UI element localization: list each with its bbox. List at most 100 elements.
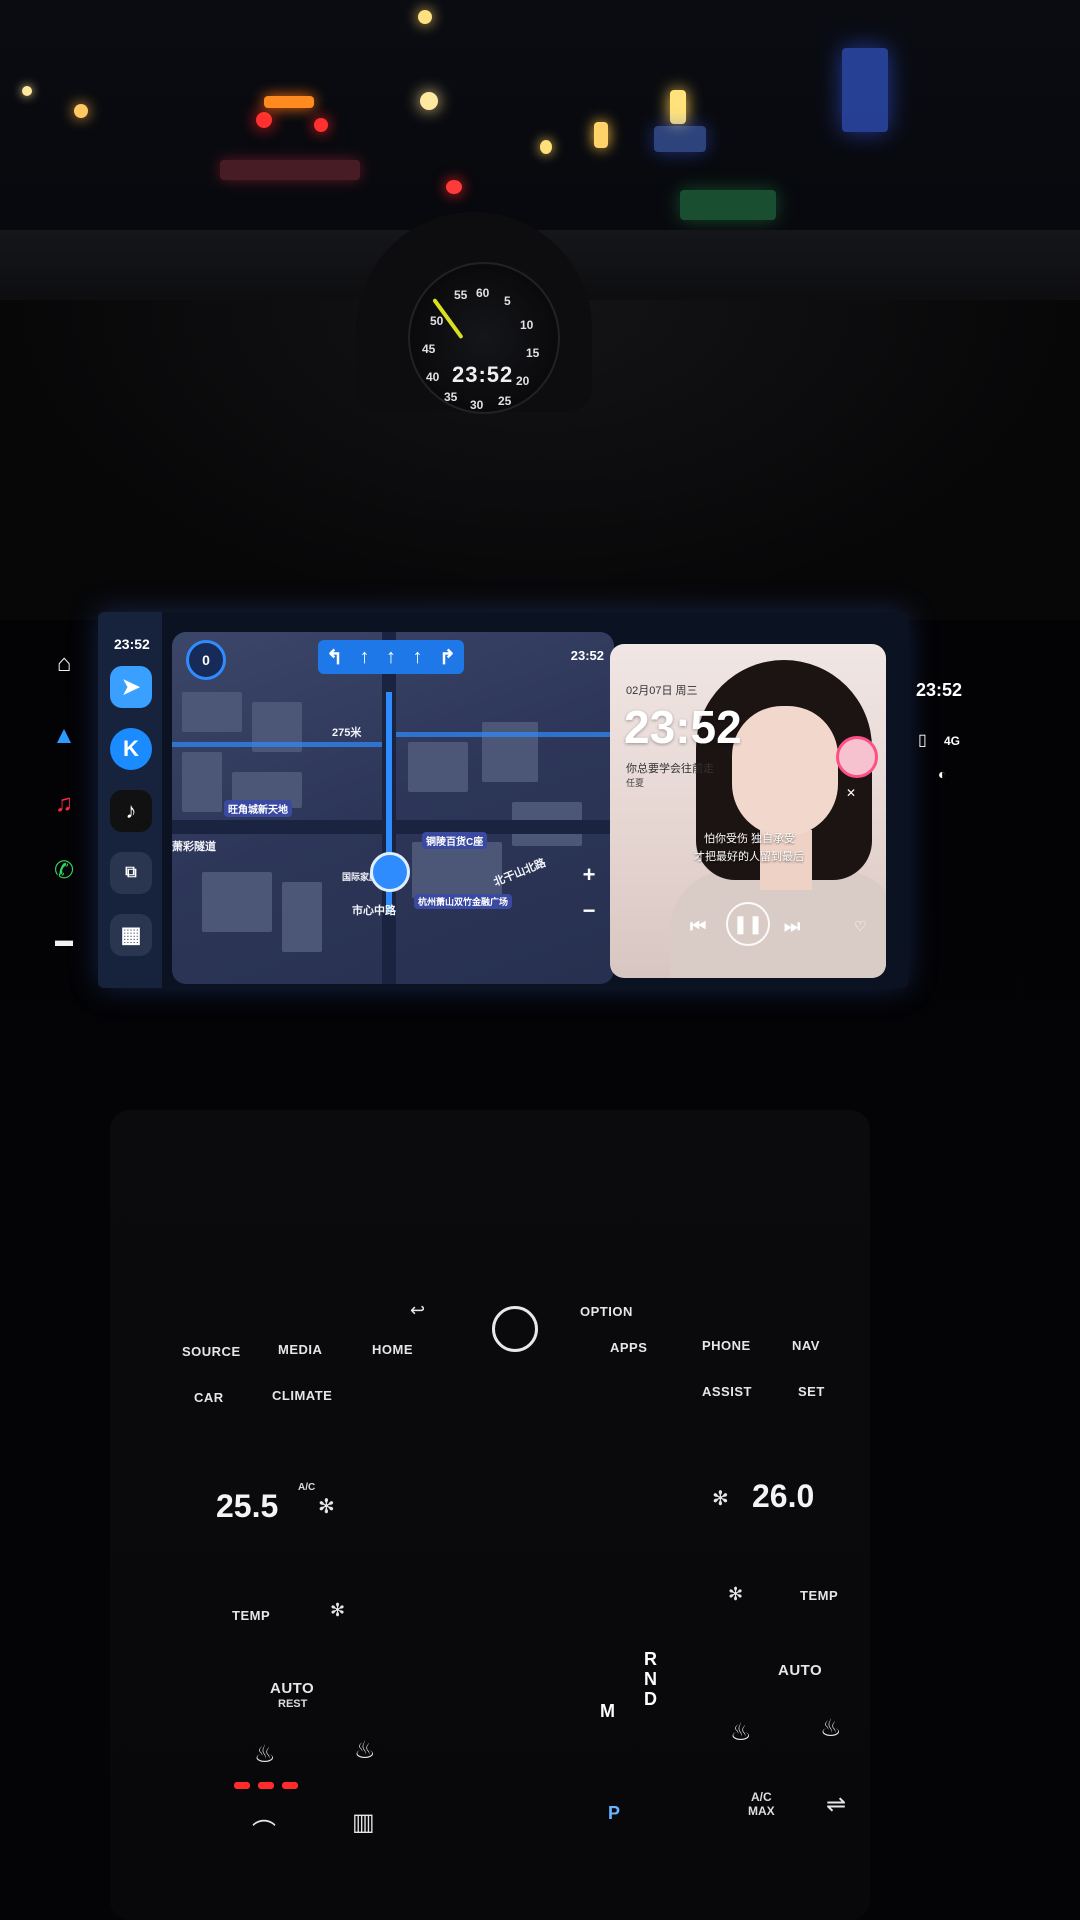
previous-track-icon[interactable]: ⏮: [690, 916, 706, 937]
analog-clock: [408, 262, 560, 414]
gear-m-label: M: [600, 1701, 615, 1721]
clock-number: 20: [516, 374, 530, 388]
seat-heat-icon[interactable]: ♨: [254, 1740, 276, 1769]
rear-defrost-icon[interactable]: ▥: [352, 1808, 375, 1837]
map-poi-label: 杭州萧山双竹金融广场: [414, 894, 513, 909]
map-block: [282, 882, 322, 952]
carplay-dock: 23:52 ➤ K ♪ ⧉ ▦: [98, 612, 162, 988]
fan-icon: ✻: [318, 1496, 335, 1518]
temp-right-display: 26.0: [752, 1478, 815, 1514]
map-poi-label: 旺角城新天地: [224, 800, 292, 817]
phone-icon[interactable]: ✆: [50, 856, 78, 884]
maps-app-icon[interactable]: ➤: [110, 666, 152, 708]
clock-number: 45: [422, 342, 436, 356]
album-art-figure: [732, 706, 838, 836]
song-title: 你总要学会往前走: [626, 763, 714, 775]
close-icon[interactable]: ✕: [846, 786, 856, 800]
seat-vent-icon[interactable]: ♨: [820, 1714, 842, 1743]
sign-light: [680, 190, 776, 220]
song-artist: 任夏: [626, 778, 645, 788]
clock-number: 25: [498, 394, 512, 408]
map-block: [182, 752, 222, 812]
route-line: [396, 732, 614, 737]
music-date: 02月07日 周三: [626, 685, 698, 697]
temp-right-button[interactable]: TEMP: [800, 1588, 838, 1603]
route-line: [172, 742, 382, 747]
pause-button[interactable]: ❚❚: [726, 902, 770, 946]
zoom-out-button[interactable]: −: [576, 898, 602, 924]
map-block: [182, 692, 242, 732]
set-button[interactable]: SET: [798, 1384, 825, 1399]
car-recirculation-icon[interactable]: ⇌: [826, 1790, 846, 1819]
navigation-icon[interactable]: ▲: [50, 722, 78, 750]
infotainment-screen: 23:52 ➤ K ♪ ⧉ ▦ 0 ↰ ↑ ↑ ↑ ↱ 23:52 275米 旺…: [98, 612, 908, 988]
clock-number: 15: [526, 346, 540, 360]
phone-button[interactable]: PHONE: [702, 1338, 751, 1353]
temp-left-display: 25.5: [216, 1488, 279, 1524]
street-light: [540, 140, 552, 154]
kugou-app-icon[interactable]: K: [110, 728, 152, 770]
switch-view-icon[interactable]: ⧉: [110, 852, 152, 894]
car-icon[interactable]: ▬: [50, 926, 78, 954]
map-road-label: 市心中路: [352, 905, 396, 917]
map-poi-label: 铜陵百货C座: [422, 832, 488, 849]
clock-number: 55: [454, 288, 468, 302]
home-button[interactable]: HOME: [372, 1342, 413, 1357]
clock-number: 35: [444, 390, 458, 404]
car-button[interactable]: CAR: [194, 1390, 224, 1405]
home-icon[interactable]: ⌂: [50, 650, 78, 678]
climate-button[interactable]: CLIMATE: [272, 1388, 332, 1403]
nav-button[interactable]: NAV: [792, 1338, 820, 1353]
map-time: 23:52: [570, 648, 604, 663]
navigation-map[interactable]: 0 ↰ ↑ ↑ ↑ ↱ 23:52 275米 旺角城新天地 铜陵百货C座 市心中…: [172, 632, 614, 984]
lyric-line: 怕你受伤 独自承受: [704, 833, 796, 845]
speed-indicator: 0: [186, 640, 226, 680]
sign-light: [842, 48, 888, 132]
heat-level-indicator: [258, 1782, 274, 1789]
zoom-in-button[interactable]: +: [576, 862, 602, 888]
ac-max-button[interactable]: A/C MAX: [748, 1790, 775, 1818]
media-button[interactable]: MEDIA: [278, 1342, 322, 1357]
temp-left-button[interactable]: TEMP: [232, 1608, 270, 1623]
heat-level-indicator: [234, 1782, 250, 1789]
siri-icon[interactable]: ◐: [938, 766, 946, 782]
apps-button[interactable]: APPS: [610, 1340, 647, 1355]
assist-button[interactable]: ASSIST: [702, 1384, 752, 1399]
clock-number: 50: [430, 314, 444, 328]
music-icon[interactable]: ♫: [50, 790, 78, 818]
douyin-app-icon[interactable]: ♪: [110, 790, 152, 832]
favorite-icon[interactable]: ♡: [854, 918, 867, 935]
control-knob[interactable]: [492, 1306, 538, 1352]
sign-light: [654, 126, 706, 152]
traffic-light: [314, 118, 328, 132]
lyric-line: 才把最好的人留到最后: [694, 851, 804, 863]
option-button[interactable]: OPTION: [580, 1304, 633, 1319]
source-button[interactable]: SOURCE: [182, 1344, 241, 1359]
ac-label: A/C: [298, 1482, 316, 1493]
fan-icon[interactable]: ✻: [330, 1600, 345, 1621]
rest-label: REST: [278, 1698, 308, 1710]
map-distance-label: 275米: [332, 727, 362, 739]
seat-vent-icon[interactable]: ♨: [354, 1736, 376, 1765]
app-grid-icon[interactable]: ▦: [110, 914, 152, 956]
auto-right-button[interactable]: AUTO: [778, 1662, 822, 1679]
lane-arrow-icon: ↑: [412, 645, 423, 668]
no-sim-icon: ▯: [918, 732, 927, 749]
fan-icon[interactable]: ✻: [728, 1584, 743, 1605]
fan-icon: ✻: [712, 1488, 729, 1510]
clock-number: 5: [504, 294, 511, 308]
back-icon[interactable]: ↩: [410, 1300, 425, 1321]
seat-heat-icon[interactable]: ♨: [730, 1718, 752, 1747]
traffic-light: [256, 112, 272, 128]
speed-value: 0: [202, 652, 210, 668]
map-block: [408, 742, 468, 792]
artist-avatar[interactable]: [836, 736, 878, 778]
street-light: [594, 122, 608, 148]
lane-arrow-icon: ↑: [359, 645, 370, 668]
status-time: 23:52: [114, 636, 150, 652]
auto-left-button[interactable]: AUTO: [270, 1680, 314, 1697]
front-defrost-icon[interactable]: ⌒: [252, 1812, 276, 1847]
music-widget[interactable]: 02月07日 周三 23:52 你总要学会往前走 任夏 ✕ 怕你受伤 独自承受 …: [610, 644, 886, 978]
sign-light: [264, 96, 314, 108]
next-track-icon[interactable]: ⏭: [784, 916, 800, 937]
